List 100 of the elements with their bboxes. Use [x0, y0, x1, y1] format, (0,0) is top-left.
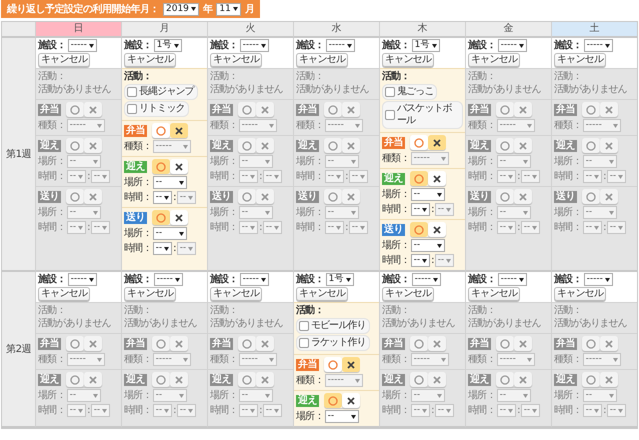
- option-select[interactable]: --: [152, 389, 187, 402]
- no-button[interactable]: [428, 222, 446, 237]
- minute-select[interactable]: --: [606, 221, 626, 234]
- option-select[interactable]: --: [496, 155, 531, 168]
- facility-select[interactable]: 1号: [154, 39, 182, 52]
- option-select[interactable]: -----: [152, 140, 191, 153]
- facility-select[interactable]: 1号: [412, 39, 440, 52]
- cancel-button[interactable]: キャンセル: [468, 53, 520, 67]
- facility-select[interactable]: -----: [240, 273, 269, 286]
- no-button[interactable]: [342, 393, 360, 408]
- minute-select[interactable]: --: [348, 170, 368, 183]
- facility-select[interactable]: -----: [412, 273, 441, 286]
- yes-button[interactable]: [238, 372, 256, 387]
- cancel-button[interactable]: キャンセル: [296, 287, 348, 301]
- option-select[interactable]: --: [238, 155, 273, 168]
- hour-select[interactable]: --: [582, 404, 602, 417]
- hour-select[interactable]: --: [324, 221, 344, 234]
- yes-button[interactable]: [238, 102, 256, 117]
- option-select[interactable]: --: [582, 155, 617, 168]
- yes-button[interactable]: [66, 336, 84, 351]
- hour-select[interactable]: --: [582, 170, 602, 183]
- checkbox[interactable]: [385, 110, 395, 120]
- no-button[interactable]: [342, 357, 360, 372]
- option-select[interactable]: --: [410, 239, 445, 252]
- yes-button[interactable]: [324, 138, 342, 153]
- option-select[interactable]: -----: [582, 119, 621, 132]
- no-button[interactable]: [428, 171, 446, 186]
- yes-button[interactable]: [152, 336, 170, 351]
- option-select[interactable]: --: [324, 410, 359, 423]
- facility-select[interactable]: -----: [68, 273, 97, 286]
- no-button[interactable]: [428, 135, 446, 150]
- yes-button[interactable]: [496, 138, 514, 153]
- option-select[interactable]: --: [66, 206, 101, 219]
- checkbox[interactable]: [127, 87, 137, 97]
- minute-select[interactable]: --: [520, 221, 540, 234]
- hour-select[interactable]: --: [410, 254, 430, 267]
- minute-select[interactable]: --: [434, 203, 454, 216]
- yes-button[interactable]: [324, 102, 342, 117]
- hour-select[interactable]: --: [582, 221, 602, 234]
- minute-select[interactable]: --: [262, 170, 282, 183]
- hour-select[interactable]: --: [324, 170, 344, 183]
- yes-button[interactable]: [324, 189, 342, 204]
- minute-select[interactable]: --: [90, 170, 110, 183]
- activity-chip[interactable]: ラケット作り: [296, 335, 370, 351]
- option-select[interactable]: -----: [324, 119, 363, 132]
- option-select[interactable]: --: [324, 206, 359, 219]
- minute-select[interactable]: --: [520, 170, 540, 183]
- minute-select[interactable]: --: [90, 404, 110, 417]
- no-button[interactable]: [170, 123, 188, 138]
- hour-select[interactable]: --: [496, 221, 516, 234]
- option-select[interactable]: -----: [410, 152, 449, 165]
- yes-button[interactable]: [582, 102, 600, 117]
- hour-select[interactable]: --: [410, 203, 430, 216]
- facility-select[interactable]: -----: [584, 39, 613, 52]
- option-select[interactable]: --: [152, 227, 187, 240]
- yes-button[interactable]: [582, 189, 600, 204]
- activity-chip[interactable]: 鬼ごっこ: [382, 84, 438, 100]
- option-select[interactable]: --: [410, 389, 445, 402]
- option-select[interactable]: -----: [496, 353, 535, 366]
- option-select[interactable]: --: [324, 155, 359, 168]
- option-select[interactable]: -----: [238, 353, 277, 366]
- hour-select[interactable]: --: [66, 170, 86, 183]
- hour-select[interactable]: --: [66, 221, 86, 234]
- facility-select[interactable]: 1号: [326, 273, 354, 286]
- minute-select[interactable]: --: [176, 191, 196, 204]
- option-select[interactable]: --: [410, 188, 445, 201]
- checkbox[interactable]: [385, 87, 395, 97]
- yes-button[interactable]: [582, 336, 600, 351]
- minute-select[interactable]: --: [606, 404, 626, 417]
- hour-select[interactable]: --: [238, 170, 258, 183]
- facility-select[interactable]: -----: [240, 39, 269, 52]
- facility-select[interactable]: -----: [584, 273, 613, 286]
- option-select[interactable]: -----: [66, 119, 105, 132]
- cancel-button[interactable]: キャンセル: [296, 53, 348, 67]
- option-select[interactable]: --: [582, 206, 617, 219]
- yes-button[interactable]: [238, 138, 256, 153]
- cancel-button[interactable]: キャンセル: [468, 287, 520, 301]
- option-select[interactable]: --: [582, 389, 617, 402]
- checkbox[interactable]: [299, 338, 309, 348]
- no-button[interactable]: [170, 210, 188, 225]
- yes-button[interactable]: [238, 336, 256, 351]
- option-select[interactable]: -----: [238, 119, 277, 132]
- minute-select[interactable]: --: [434, 254, 454, 267]
- cancel-button[interactable]: キャンセル: [210, 287, 262, 301]
- option-select[interactable]: -----: [66, 353, 105, 366]
- year-select[interactable]: 2019: [163, 2, 199, 16]
- option-select[interactable]: -----: [152, 353, 191, 366]
- yes-button[interactable]: [66, 138, 84, 153]
- activity-chip[interactable]: バスケットボール: [382, 101, 463, 129]
- yes-button[interactable]: [496, 372, 514, 387]
- minute-select[interactable]: --: [176, 242, 196, 255]
- hour-select[interactable]: --: [496, 170, 516, 183]
- option-select[interactable]: --: [238, 389, 273, 402]
- yes-button[interactable]: [496, 336, 514, 351]
- option-select[interactable]: -----: [324, 374, 363, 387]
- option-select[interactable]: -----: [496, 119, 535, 132]
- yes-button[interactable]: [410, 336, 428, 351]
- minute-select[interactable]: --: [176, 404, 196, 417]
- activity-chip[interactable]: リトミック: [124, 101, 189, 117]
- minute-select[interactable]: --: [262, 221, 282, 234]
